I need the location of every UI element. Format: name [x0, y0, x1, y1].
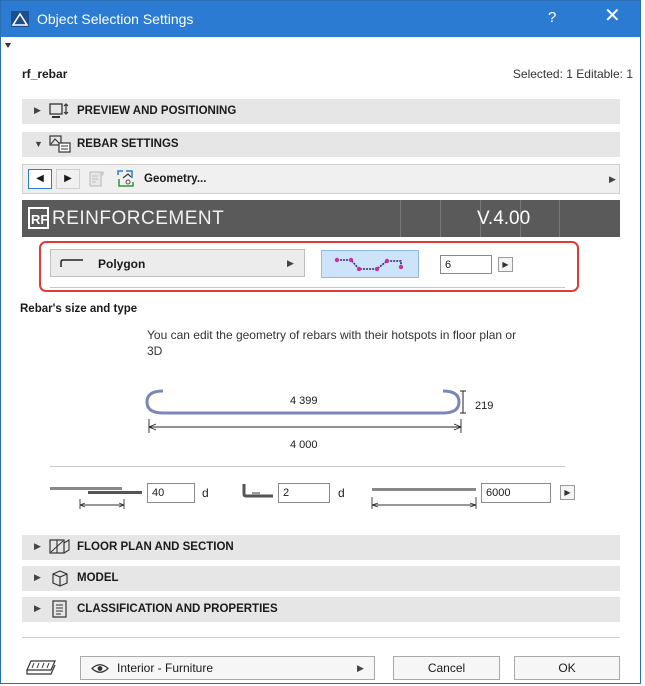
page-navigation-toolbar: ◀ ▶ Geometry... ▶	[22, 164, 620, 194]
section-label: FLOOR PLAN AND SECTION	[77, 541, 234, 553]
divider	[22, 637, 620, 638]
section-label: CLASSIFICATION AND PROPERTIES	[77, 603, 278, 615]
bar-length-icon	[371, 488, 477, 509]
geometry-page-icon	[117, 170, 134, 187]
anchorage-length-icon	[50, 487, 142, 509]
collapse-marker	[5, 43, 11, 48]
object-selection-settings-dialog: Object Selection Settings ? ✕ rf_rebar S…	[0, 0, 641, 684]
rebar-settings-icon	[49, 135, 71, 153]
window-title: Object Selection Settings	[37, 11, 194, 27]
dropdown-arrow-icon: ▶	[287, 258, 294, 268]
section-label: REBAR SETTINGS	[77, 138, 179, 150]
reinforcement-banner: RF REINFORCEMENT V.4.00	[22, 200, 620, 237]
section-label: MODEL	[77, 572, 119, 584]
anchorage-unit: d	[202, 486, 209, 500]
expand-arrow-icon: ▶	[34, 572, 41, 582]
ok-button[interactable]: OK	[514, 656, 620, 680]
section-classification[interactable]: ▶ CLASSIFICATION AND PROPERTIES	[22, 597, 620, 622]
section-label: PREVIEW AND POSITIONING	[77, 105, 237, 117]
title-bar: Object Selection Settings ? ✕	[1, 1, 640, 37]
section-floor-plan[interactable]: ▶ FLOOR PLAN AND SECTION	[22, 535, 620, 560]
expand-arrow-icon: ▶	[34, 105, 41, 115]
help-button[interactable]: ?	[548, 9, 556, 26]
bar-length-input[interactable]: 6000	[481, 483, 551, 503]
version-label: V.4.00	[477, 208, 531, 229]
layer-settings-icon[interactable]	[25, 658, 59, 678]
rebar-length-label: 4 399	[290, 395, 318, 407]
vertex-count-input[interactable]: 6	[440, 255, 492, 274]
banner-title: REINFORCEMENT	[52, 208, 225, 229]
selection-info: Selected: 1 Editable: 1	[512, 67, 633, 81]
anchorage-input[interactable]: 40	[147, 483, 195, 503]
object-name: rf_rebar	[22, 67, 68, 81]
preview-positioning-icon	[49, 103, 69, 118]
section-model[interactable]: ▶ MODEL	[22, 566, 620, 591]
layer-dropdown[interactable]: Interior - Furniture ▶	[80, 656, 375, 680]
rebar-size-heading: Rebar's size and type	[20, 303, 138, 315]
model-cube-icon	[52, 570, 68, 587]
archicad-app-icon	[11, 11, 29, 27]
expand-arrow-icon: ▶	[34, 603, 41, 613]
classification-document-icon	[52, 600, 67, 618]
divider	[50, 466, 565, 467]
polygon-shape-icon	[60, 259, 83, 267]
floor-plan-section-icon	[49, 539, 70, 554]
next-page-button[interactable]: ▶	[56, 169, 80, 189]
vertex-count-arrow-button[interactable]: ▶	[498, 257, 513, 272]
page-selector-arrow-icon[interactable]: ▶	[609, 174, 616, 185]
rebar-geometry-drawing	[145, 389, 466, 433]
hook-input[interactable]: 2	[278, 483, 330, 503]
polygon-preview-button[interactable]	[321, 250, 419, 278]
cancel-button[interactable]: Cancel	[393, 656, 500, 680]
divider	[50, 287, 565, 288]
favorites-icon[interactable]	[89, 171, 105, 188]
rebar-edit-hint: You can edit the geometry of rebars with…	[147, 328, 517, 358]
section-preview-positioning[interactable]: ▶ PREVIEW AND POSITIONING	[22, 99, 620, 124]
section-rebar-settings[interactable]: ▼ REBAR SETTINGS	[22, 132, 620, 157]
svg-text:RF: RF	[31, 212, 48, 227]
hook-icon	[242, 484, 273, 498]
polygon-preview-icon	[334, 257, 404, 272]
dropdown-arrow-icon: ▶	[357, 663, 364, 673]
rf-logo: RF	[28, 207, 49, 229]
rebar-height-label: 219	[475, 400, 494, 412]
hook-unit: d	[338, 486, 345, 500]
previous-page-button[interactable]: ◀	[28, 169, 52, 189]
collapse-arrow-icon: ▼	[34, 139, 43, 149]
bar-length-arrow-button[interactable]: ▶	[560, 485, 575, 500]
expand-arrow-icon: ▶	[34, 541, 41, 551]
layer-name: Interior - Furniture	[117, 661, 214, 675]
close-button[interactable]: ✕	[604, 6, 621, 26]
eye-icon	[91, 664, 109, 673]
shape-type-dropdown[interactable]: Polygon ▶	[50, 249, 305, 277]
rebar-total-label: 4 000	[290, 439, 318, 451]
shape-type-label: Polygon	[98, 257, 146, 271]
page-selector-label[interactable]: Geometry...	[144, 173, 206, 185]
